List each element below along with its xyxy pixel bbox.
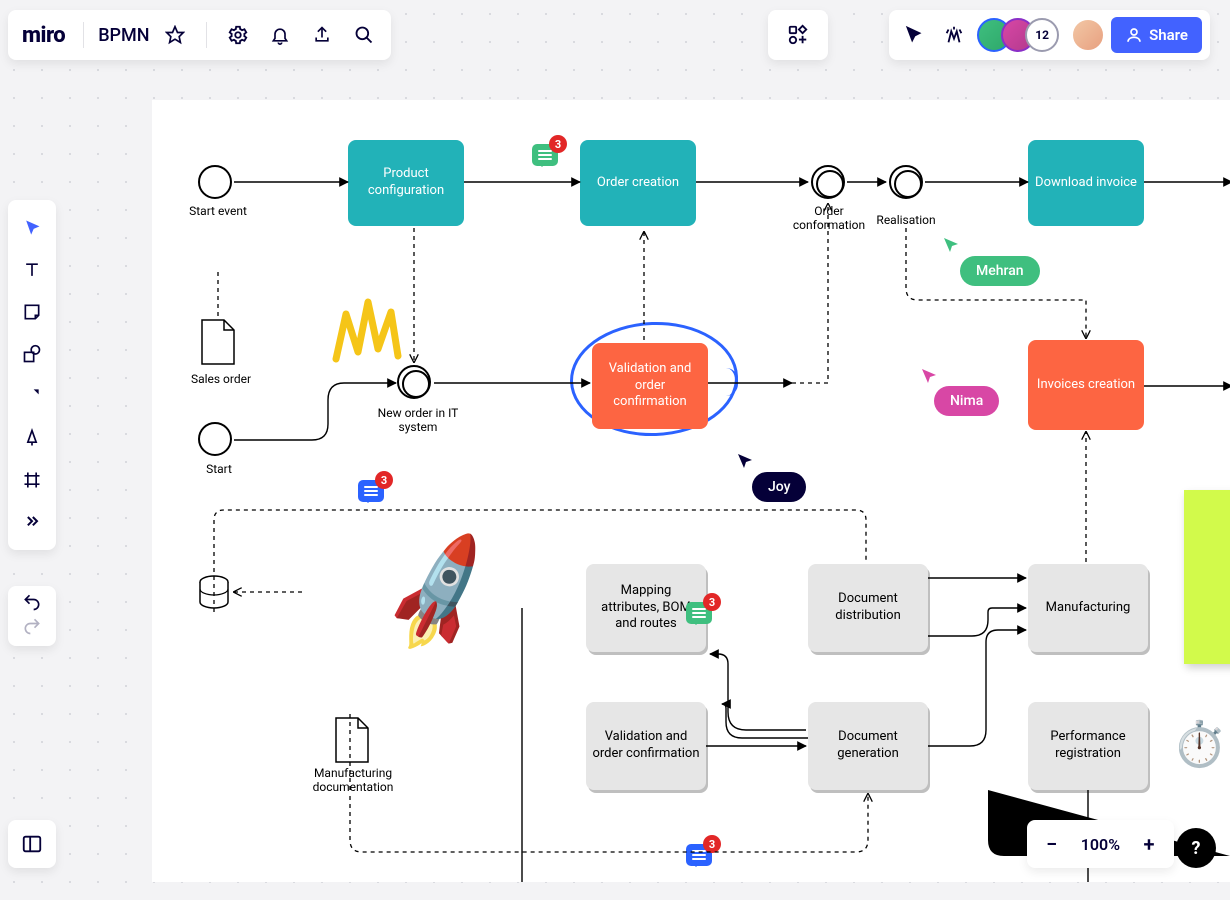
zoom-in-button[interactable]: + <box>1130 825 1168 863</box>
hand-drawn-emphasis[interactable] <box>328 294 408 366</box>
comment-icon[interactable]: 3 <box>532 144 558 166</box>
stopwatch-image[interactable]: ⏱️ <box>1172 722 1227 766</box>
start-event-2[interactable] <box>198 422 232 456</box>
document-icon[interactable] <box>332 716 372 764</box>
intermediate-event-realisation[interactable] <box>889 165 923 199</box>
start2-label: Start <box>194 462 244 476</box>
divider <box>206 22 207 48</box>
star-icon[interactable] <box>158 18 192 52</box>
connector-tool[interactable] <box>12 376 52 416</box>
panel-toggle-button[interactable] <box>8 820 56 868</box>
sales-order-label: Sales order <box>176 372 266 386</box>
document-icon[interactable] <box>198 318 238 366</box>
task-manufacturing[interactable]: Manufacturing <box>1028 564 1148 652</box>
collaborator-label-nima: Nima <box>934 386 999 416</box>
task-invoices-creation[interactable]: Invoices creation <box>1028 340 1144 430</box>
task-performance-reg[interactable]: Performance registration <box>1028 702 1148 790</box>
task-order-creation[interactable]: Order creation <box>580 140 696 226</box>
help-button[interactable]: ? <box>1176 828 1216 868</box>
comment-icon[interactable]: 3 <box>686 844 712 866</box>
divider <box>83 22 84 48</box>
intermediate-event-order-conformation[interactable] <box>811 165 845 199</box>
intermediate-event-new-order[interactable] <box>397 365 431 399</box>
avatar-count[interactable]: 12 <box>1025 18 1059 52</box>
more-tools[interactable] <box>12 502 52 542</box>
collaborator-avatars[interactable]: 12 <box>977 18 1059 52</box>
share-toolbar: 12 Share <box>889 10 1210 60</box>
pen-tool[interactable] <box>12 418 52 458</box>
comment-icon[interactable]: 3 <box>686 602 712 624</box>
undo-redo-bar <box>8 586 56 646</box>
text-tool[interactable] <box>12 250 52 290</box>
zoom-level[interactable]: 100% <box>1075 835 1126 854</box>
bell-icon[interactable] <box>263 18 297 52</box>
board-title[interactable]: BPMN <box>98 25 149 46</box>
miro-logo[interactable]: miro <box>18 23 69 48</box>
export-icon[interactable] <box>305 18 339 52</box>
search-icon[interactable] <box>347 18 381 52</box>
task-validation-2[interactable]: Validation and order confirmation <box>586 702 706 790</box>
task-doc-distribution[interactable]: Document distribution <box>808 564 928 652</box>
comment-count-badge: 3 <box>375 471 393 489</box>
shapes-tool[interactable] <box>12 334 52 374</box>
side-toolbar <box>8 200 56 550</box>
top-left-toolbar: miro BPMN <box>8 10 391 60</box>
cursor-mode-icon[interactable] <box>897 18 931 52</box>
sticky-note[interactable] <box>1184 490 1230 664</box>
redo-button[interactable] <box>22 616 42 640</box>
start-event-label: Start event <box>178 204 258 218</box>
zoom-out-button[interactable]: − <box>1033 825 1071 863</box>
undo-button[interactable] <box>22 592 42 616</box>
frame-tool[interactable] <box>12 460 52 500</box>
sticky-note-tool[interactable] <box>12 292 52 332</box>
collaborator-cursor <box>736 452 754 470</box>
comment-count-badge: 3 <box>549 135 567 153</box>
reactions-icon[interactable] <box>937 18 971 52</box>
task-validation-order[interactable]: Validation and order confirmation <box>592 343 708 429</box>
share-button[interactable]: Share <box>1111 17 1202 53</box>
collaborator-cursor <box>942 236 960 254</box>
comment-count-badge: 3 <box>703 835 721 853</box>
manufacturing-doc-label: Manufacturing documentation <box>276 766 430 794</box>
comment-count-badge: 3 <box>703 593 721 611</box>
datastore-icon[interactable] <box>196 574 232 610</box>
order-conformation-label: Order conformation <box>782 204 876 232</box>
realisation-label: Realisation <box>870 213 942 227</box>
rocket-image[interactable]: 🚀 <box>373 535 507 655</box>
select-tool[interactable] <box>12 208 52 248</box>
collaborator-cursor <box>920 367 938 385</box>
apps-button[interactable] <box>768 10 828 60</box>
task-doc-generation[interactable]: Document generation <box>808 702 928 790</box>
new-order-label: New order in IT system <box>368 406 468 434</box>
task-product-config[interactable]: Product configuration <box>348 140 464 226</box>
comment-icon[interactable]: 3 <box>358 480 384 502</box>
task-download-invoice[interactable]: Download invoice <box>1028 140 1144 226</box>
collaborator-label-mehran: Mehran <box>960 256 1040 286</box>
zoom-control: − 100% + <box>1027 820 1174 868</box>
start-event[interactable] <box>198 165 232 199</box>
canvas[interactable]: Start event Product configuration Order … <box>152 100 1230 882</box>
collaborator-label-joy: Joy <box>752 472 806 502</box>
share-label: Share <box>1149 26 1188 44</box>
settings-icon[interactable] <box>221 18 255 52</box>
user-avatar[interactable] <box>1071 18 1105 52</box>
